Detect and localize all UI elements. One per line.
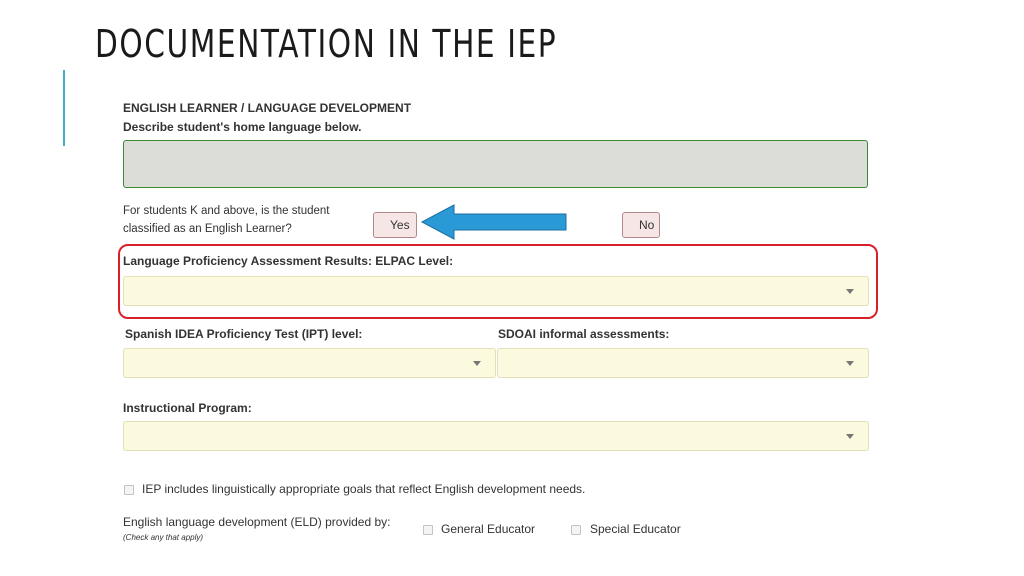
chevron-down-icon	[846, 361, 854, 366]
special-educator-checkbox[interactable]	[571, 525, 581, 535]
eld-hint: (Check any that apply)	[123, 533, 204, 542]
instructional-program-label: Instructional Program:	[123, 401, 252, 415]
yes-button[interactable]: Yes	[373, 212, 417, 238]
general-educator-checkbox[interactable]	[423, 525, 433, 535]
home-language-textarea[interactable]	[123, 140, 868, 188]
special-educator-label: Special Educator	[590, 522, 681, 536]
sdoai-select[interactable]	[497, 348, 869, 378]
blue-arrow-icon	[420, 204, 567, 240]
elpac-label: Language Proficiency Assessment Results:…	[123, 254, 454, 268]
ipt-label: Spanish IDEA Proficiency Test (IPT) leve…	[125, 327, 363, 341]
no-button[interactable]: No	[622, 212, 660, 238]
ipt-level-select[interactable]	[123, 348, 496, 378]
section-instruction: Describe student's home language below.	[123, 120, 362, 134]
chevron-down-icon	[473, 361, 481, 366]
sdoai-label: SDOAI informal assessments:	[498, 327, 670, 341]
goals-checkbox[interactable]	[124, 485, 134, 495]
el-question-line2: classified as an English Learner?	[123, 223, 292, 235]
el-question-line1: For students K and above, is the student	[123, 205, 330, 217]
instructional-program-select[interactable]	[123, 421, 869, 451]
chevron-down-icon	[846, 289, 854, 294]
chevron-down-icon	[846, 434, 854, 439]
general-educator-label: General Educator	[441, 522, 536, 536]
elpac-level-select[interactable]	[123, 276, 869, 306]
iep-form: ENGLISH LEARNER / LANGUAGE DEVELOPMENT D…	[0, 0, 1024, 576]
section-heading: ENGLISH LEARNER / LANGUAGE DEVELOPMENT	[123, 101, 412, 115]
goals-checkbox-label: IEP includes linguistically appropriate …	[142, 482, 586, 496]
eld-label: English language development (ELD) provi…	[123, 515, 391, 529]
